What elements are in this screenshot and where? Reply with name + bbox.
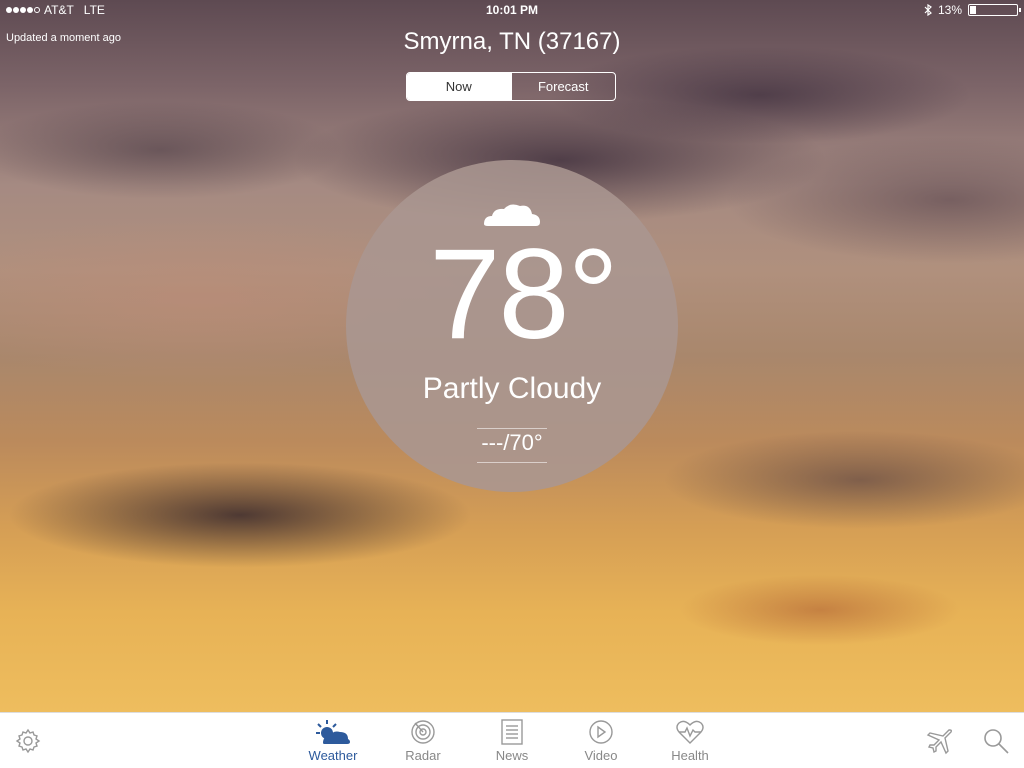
status-bar: AT&T LTE 10:01 PM 13% [0, 0, 1024, 20]
tab-health-label: Health [671, 748, 709, 763]
condition-text: Partly Cloudy [422, 372, 602, 405]
search-icon[interactable] [982, 727, 1010, 755]
gear-icon[interactable] [14, 727, 42, 755]
tab-news[interactable]: News [477, 719, 547, 763]
current-conditions-circle[interactable]: 78° Partly Cloudy ---/70° [346, 160, 678, 492]
location-title[interactable]: Smyrna, TN (37167) [0, 28, 1024, 56]
weather-icon [316, 720, 350, 744]
tab-weather-label: Weather [308, 748, 358, 763]
status-right: 13% [924, 3, 1021, 17]
news-icon [501, 719, 523, 745]
bluetooth-icon [924, 4, 932, 16]
battery-level-fill [970, 6, 976, 14]
bottom-tab-bar: Weather Radar News Video Health [0, 712, 1024, 768]
status-time: 10:01 PM [485, 3, 539, 17]
tab-radar[interactable]: Radar [388, 719, 458, 763]
tab-weather[interactable]: Weather [298, 719, 368, 763]
hilo-divider-bottom [477, 462, 547, 463]
tab-video-label: Video [584, 748, 618, 763]
health-icon [676, 720, 704, 744]
video-icon [589, 720, 613, 744]
current-temperature: 78° [429, 223, 619, 366]
tab-video[interactable]: Video [566, 719, 636, 763]
tab-radar-label: Radar [405, 748, 441, 763]
tab-health[interactable]: Health [655, 719, 725, 763]
view-segmented-control: Now Forecast [406, 72, 616, 101]
segment-now[interactable]: Now [407, 73, 511, 100]
hilo-divider-top [477, 428, 547, 429]
hi-lo-temperature: ---/70° [481, 430, 543, 455]
battery-icon [968, 4, 1021, 16]
tab-news-label: News [495, 748, 529, 763]
segment-forecast[interactable]: Forecast [510, 73, 616, 100]
airplane-icon[interactable] [926, 727, 954, 755]
radar-icon [411, 720, 435, 744]
battery-percent: 13% [937, 3, 962, 17]
